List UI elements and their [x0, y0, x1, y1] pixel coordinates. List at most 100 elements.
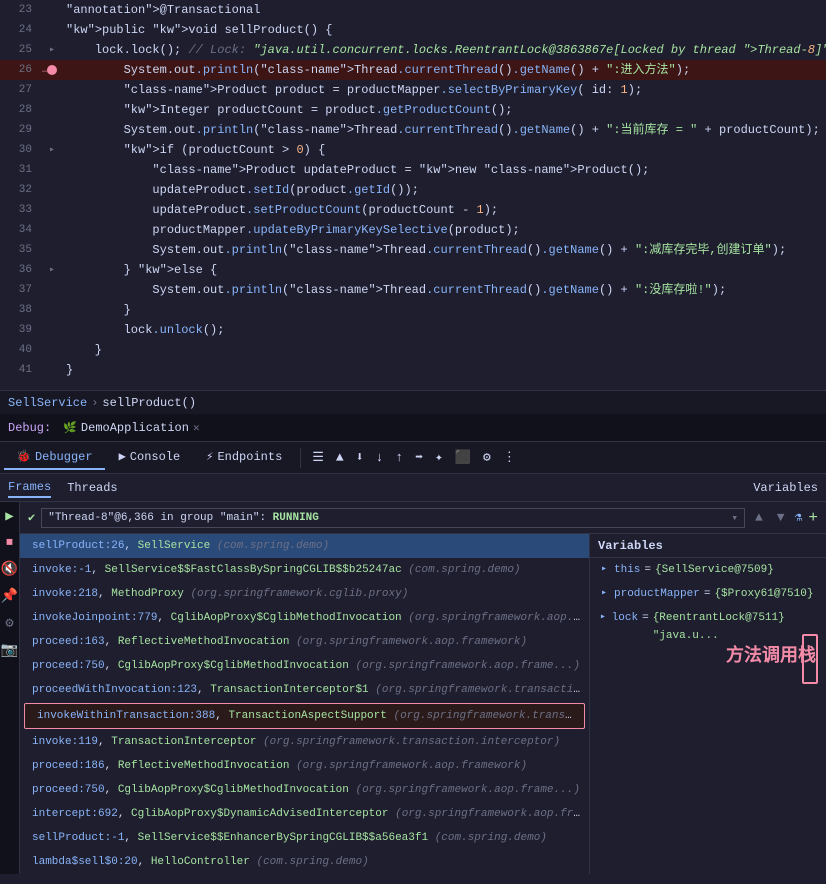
frame-name: proceed:186 [32, 760, 105, 772]
line-number-37: 37 [0, 284, 42, 296]
code-line-25: 25▸ lock.lock(); // Lock: "java.util.con… [0, 40, 826, 60]
frame-name: lambda$sell$0:20 [32, 856, 138, 868]
tab-console[interactable]: ▶ Console [107, 445, 193, 470]
frame-item-11[interactable]: proceed:750, CglibAopProxy$CglibMethodIn… [20, 778, 589, 802]
prev-thread-btn[interactable]: ▲ [751, 508, 767, 527]
var-name: lock [612, 609, 638, 627]
threads-tab[interactable]: Threads [67, 479, 117, 497]
code-line-40: 40 } [0, 340, 826, 360]
run-to-cursor-icon[interactable]: ➡ [410, 447, 428, 468]
endpoints-label: Endpoints [217, 450, 282, 464]
frame-name: invoke:-1 [32, 564, 91, 576]
resume-icon[interactable]: ▲ [331, 447, 349, 468]
frame-name: proceed:750 [32, 784, 105, 796]
frame-item-7[interactable]: proceedWithInvocation:123, TransactionIn… [20, 678, 589, 702]
thread-name: "Thread-8"@6,366 in group "main": RUNNIN… [48, 512, 319, 524]
frame-class: SellService$$FastClassBySpringCGLIB$$b25… [105, 564, 402, 576]
code-line-24: 24"kw">public "kw">void sellProduct() { [0, 20, 826, 40]
code-content-26: System.out.println("class-name">Thread.c… [62, 60, 826, 80]
line-number-23: 23 [0, 4, 42, 16]
var-expand-icon[interactable]: ▸ [598, 561, 610, 579]
breadcrumb-method[interactable]: sellProduct() [102, 396, 196, 410]
app-name: DemoApplication [81, 421, 189, 435]
var-name: this [614, 561, 640, 579]
code-content-31: "class-name">Product updateProduct = "kw… [62, 160, 826, 180]
thread-selector: ✔ "Thread-8"@6,366 in group "main": RUNN… [20, 502, 826, 534]
next-thread-btn[interactable]: ▼ [773, 508, 789, 527]
debug-main: ▶ ⏹ 🔇 📌 ⚙ 📷 ✔ "Thread-8"@6,366 in group … [0, 502, 826, 874]
frame-item-8[interactable]: invokeWithinTransaction:388, Transaction… [24, 703, 585, 729]
resume-btn[interactable]: ▶ [3, 506, 15, 527]
thread-dropdown[interactable]: "Thread-8"@6,366 in group "main": RUNNIN… [41, 508, 745, 528]
frame-pkg: (org.springframework.transaction.interce… [263, 736, 560, 748]
frame-name: intercept:692 [32, 808, 118, 820]
var-item-1: ▸ productMapper = {$Proxy61@7510} [590, 582, 826, 606]
step-out-icon[interactable]: ↑ [390, 447, 408, 468]
debug-content-area: sellProduct:26, SellService (com.spring.… [20, 534, 826, 874]
frame-name: invokeJoinpoint:779 [32, 612, 157, 624]
step-over-icon[interactable]: ⬇ [351, 447, 369, 468]
camera-btn[interactable]: 📷 [0, 640, 20, 661]
frame-pkg: (com.spring.demo) [408, 564, 520, 576]
frame-item-14[interactable]: lambda$sell$0:20, HelloController (com.s… [20, 850, 589, 874]
var-item-0: ▸ this = {SellService@7509} [590, 558, 826, 582]
line-gutter-30[interactable]: ▸ [42, 144, 62, 156]
debug-toolbar: 🐞 Debugger ▶ Console ⚡ Endpoints ☰ ▲ ⬇ ↓… [0, 442, 826, 474]
fold-arrow-icon[interactable]: ▸ [49, 264, 55, 276]
line-number-27: 27 [0, 84, 42, 96]
frame-item-13[interactable]: sellProduct:-1, SellService$$EnhancerByS… [20, 826, 589, 850]
frame-item-1[interactable]: sellProduct:26, SellService (com.spring.… [20, 534, 589, 558]
fold-arrow-icon[interactable]: ▸ [49, 44, 55, 56]
tab-debugger[interactable]: 🐞 Debugger [4, 445, 105, 470]
code-content-35: System.out.println("class-name">Thread.c… [62, 240, 826, 260]
frame-item-4[interactable]: invokeJoinpoint:779, CglibAopProxy$Cglib… [20, 606, 589, 630]
add-frame-icon[interactable]: + [808, 509, 818, 527]
frame-item-6[interactable]: proceed:750, CglibAopProxy$CglibMethodIn… [20, 654, 589, 678]
current-line-arrow: → [42, 63, 49, 77]
step-into-icon[interactable]: ↓ [371, 447, 389, 468]
filter-icon[interactable]: ⚗ [795, 510, 803, 525]
line-gutter-25[interactable]: ▸ [42, 44, 62, 56]
frame-item-3[interactable]: invoke:218, MethodProxy (org.springframe… [20, 582, 589, 606]
evaluate-icon[interactable]: ✦ [430, 447, 448, 468]
frame-pkg: (org.springframework.transac... [393, 710, 585, 722]
more-icon[interactable]: ⋮ [498, 447, 521, 468]
close-tab-icon[interactable]: ✕ [193, 421, 200, 435]
mute-btn[interactable]: 🔇 [0, 559, 20, 580]
settings-icon[interactable]: ⚙ [478, 447, 496, 468]
frame-item-5[interactable]: proceed:163, ReflectiveMethodInvocation … [20, 630, 589, 654]
frame-item-9[interactable]: invoke:119, TransactionInterceptor (org.… [20, 730, 589, 754]
debug-app-tab[interactable]: 🌿 DemoApplication ✕ [63, 421, 199, 435]
pin-btn[interactable]: 📌 [0, 586, 20, 607]
thread-status: RUNNING [273, 512, 319, 524]
code-line-41: 41} [0, 360, 826, 380]
variables-header-label: Variables [753, 481, 818, 495]
code-content-27: "class-name">Product product = productMa… [62, 80, 826, 100]
restore-layout-icon[interactable]: ☰ [307, 447, 329, 468]
line-gutter-36[interactable]: ▸ [42, 264, 62, 276]
frame-class: CglibAopProxy$CglibMethodInvocation [118, 784, 349, 796]
tab-endpoints[interactable]: ⚡ Endpoints [194, 445, 294, 470]
console-icon: ▶ [119, 449, 126, 464]
fold-arrow-icon[interactable]: ▸ [49, 144, 55, 156]
frame-name: invoke:218 [32, 588, 98, 600]
stop-icon[interactable]: ⬛ [450, 447, 476, 468]
frame-pkg: (org.springframework.aop.frame...) [355, 784, 579, 796]
code-line-33: 33 updateProduct.setProductCount(product… [0, 200, 826, 220]
var-expand-icon[interactable]: ▸ [598, 585, 610, 603]
frame-name: proceedWithInvocation:123 [32, 684, 197, 696]
code-line-38: 38 } [0, 300, 826, 320]
breadcrumb-service[interactable]: SellService [8, 396, 87, 410]
var-expand-icon[interactable]: ▸ [598, 609, 608, 627]
annotation-indicator [802, 634, 818, 684]
frames-tab[interactable]: Frames [8, 478, 51, 498]
stop-btn[interactable]: ⏹ [4, 533, 15, 553]
console-label: Console [130, 450, 180, 464]
line-number-31: 31 [0, 164, 42, 176]
frame-pkg: (org.springframework.aop.framework) [296, 760, 527, 772]
frame-item-12[interactable]: intercept:692, CglibAopProxy$DynamicAdvi… [20, 802, 589, 826]
frame-item-2[interactable]: invoke:-1, SellService$$FastClassBySprin… [20, 558, 589, 582]
settings-btn-left[interactable]: ⚙ [3, 613, 15, 634]
frame-item-10[interactable]: proceed:186, ReflectiveMethodInvocation … [20, 754, 589, 778]
debug-header: Debug: 🌿 DemoApplication ✕ [0, 414, 826, 442]
